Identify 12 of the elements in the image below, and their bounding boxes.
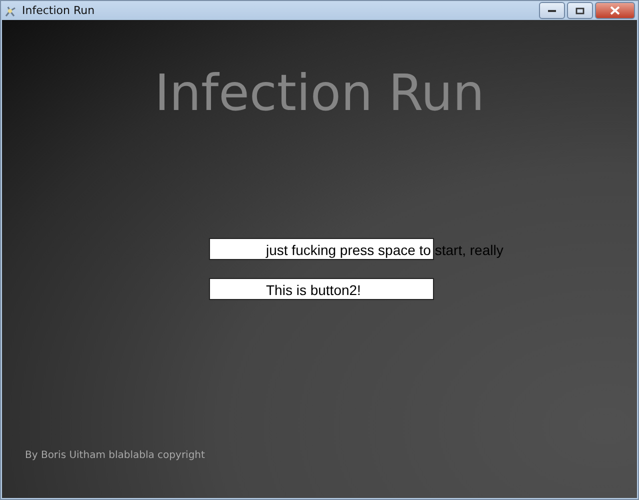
minimize-button[interactable] bbox=[539, 2, 565, 19]
window-title: Infection Run bbox=[22, 4, 95, 17]
close-icon bbox=[610, 6, 620, 15]
app-icon bbox=[4, 4, 18, 18]
maximize-icon bbox=[575, 6, 585, 14]
minimize-icon bbox=[547, 8, 557, 12]
menu-button[interactable]: This is button2! bbox=[209, 278, 434, 300]
maximize-button[interactable] bbox=[567, 2, 593, 19]
footer-text: By Boris Uitham blablabla copyright bbox=[25, 450, 205, 461]
menu-button[interactable]: just fucking press space to start, really bbox=[209, 238, 504, 260]
game-title: Infection Run bbox=[154, 64, 484, 122]
close-button[interactable] bbox=[595, 2, 635, 19]
